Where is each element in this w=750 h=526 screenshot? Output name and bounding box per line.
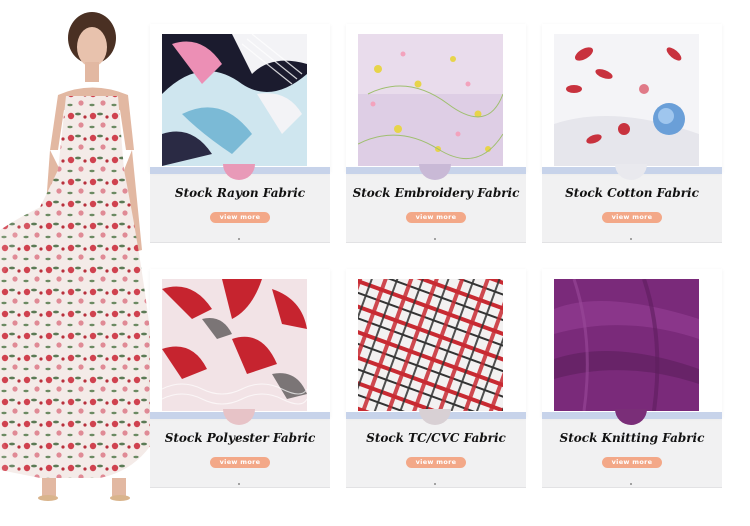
- photo-frame: [346, 24, 526, 172]
- photo-frame: [346, 269, 526, 417]
- fabric-card-embroidery[interactable]: Stock Embroidery Fabric view more: [346, 24, 526, 243]
- tc-cvc-fabric-image: [358, 279, 503, 411]
- view-more-button[interactable]: view more: [210, 457, 270, 468]
- notch-decoration: [615, 409, 647, 425]
- card-title: Stock Embroidery Fabric: [352, 186, 520, 200]
- divider-dot: [434, 483, 436, 485]
- card-title: Stock TC/CVC Fabric: [366, 431, 506, 445]
- photo-frame: [150, 269, 330, 417]
- notch-decoration: [419, 409, 451, 425]
- view-more-button[interactable]: view more: [602, 457, 662, 468]
- divider-dot: [630, 238, 632, 240]
- fabric-card-knitting[interactable]: Stock Knitting Fabric view more: [542, 269, 722, 488]
- photo-frame: [542, 269, 722, 417]
- cotton-fabric-image: [554, 34, 699, 166]
- divider-dot: [238, 238, 240, 240]
- photo-frame: [150, 24, 330, 172]
- notch-decoration: [223, 409, 255, 425]
- fabric-card-polyester[interactable]: Stock Polyester Fabric view more: [150, 269, 330, 488]
- embroidery-fabric-image: [358, 34, 503, 166]
- fabric-card-tc-cvc[interactable]: Stock TC/CVC Fabric view more: [346, 269, 526, 488]
- card-title: Stock Rayon Fabric: [174, 186, 306, 200]
- fabric-card-rayon[interactable]: Stock Rayon Fabric view more: [150, 24, 330, 243]
- photo-frame: [542, 24, 722, 172]
- rayon-fabric-image: [162, 34, 307, 166]
- notch-decoration: [419, 164, 451, 180]
- card-title: Stock Knitting Fabric: [559, 431, 705, 445]
- card-title: Stock Polyester Fabric: [164, 431, 316, 445]
- divider-dot: [238, 483, 240, 485]
- notch-decoration: [223, 164, 255, 180]
- view-more-button[interactable]: view more: [406, 212, 466, 223]
- notch-decoration: [615, 164, 647, 180]
- divider-dot: [434, 238, 436, 240]
- knitting-fabric-image: [554, 279, 699, 411]
- view-more-button[interactable]: view more: [210, 212, 270, 223]
- view-more-button[interactable]: view more: [602, 212, 662, 223]
- view-more-button[interactable]: view more: [406, 457, 466, 468]
- fabric-card-cotton[interactable]: Stock Cotton Fabric view more: [542, 24, 722, 243]
- divider-dot: [630, 483, 632, 485]
- polyester-fabric-image: [162, 279, 307, 411]
- card-title: Stock Cotton Fabric: [565, 186, 699, 200]
- model-image: [0, 0, 170, 526]
